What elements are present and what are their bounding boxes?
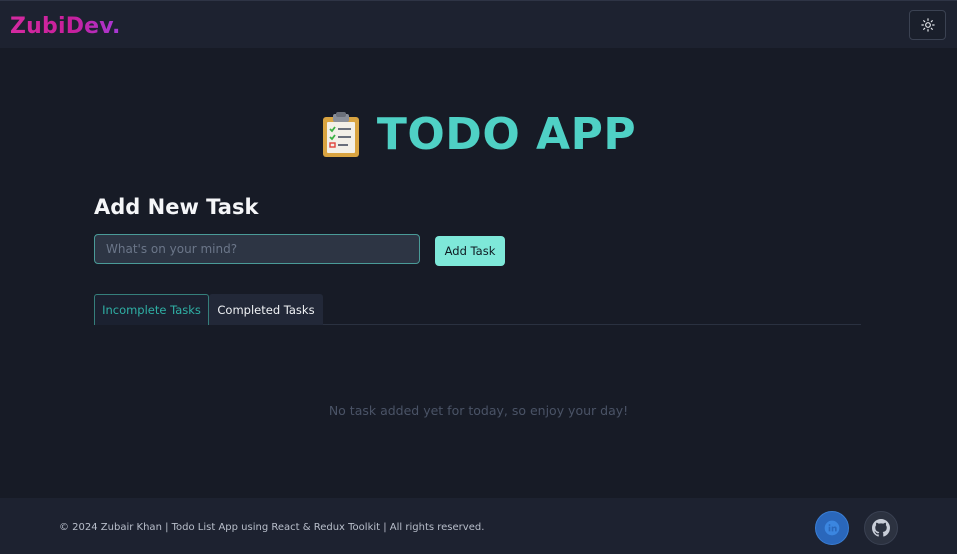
tab-completed-tasks[interactable]: Completed Tasks (209, 294, 323, 325)
task-input[interactable] (94, 234, 420, 264)
linkedin-link[interactable] (815, 511, 849, 545)
add-task-heading: Add New Task (94, 195, 259, 219)
clipboard-checklist-icon (322, 112, 359, 157)
linkedin-icon (824, 520, 840, 536)
add-task-button[interactable]: Add Task (435, 236, 505, 266)
github-icon (872, 519, 890, 537)
empty-state-message: No task added yet for today, so enjoy yo… (328, 403, 629, 418)
footer: © 2024 Zubair Khan | Todo List App using… (0, 498, 957, 554)
navbar: ZubiDev. (0, 0, 957, 48)
hero: TODO APP (0, 107, 957, 163)
tab-incomplete-tasks[interactable]: Incomplete Tasks (94, 294, 209, 325)
theme-toggle-button[interactable] (909, 10, 946, 40)
brand-logo[interactable]: ZubiDev. (10, 14, 121, 40)
github-link[interactable] (864, 511, 898, 545)
app-title: TODO APP (376, 109, 637, 160)
sun-icon (920, 18, 935, 32)
task-tabs: Incomplete Tasks Completed Tasks (94, 294, 861, 325)
copyright-text: © 2024 Zubair Khan | Todo List App using… (59, 522, 485, 533)
